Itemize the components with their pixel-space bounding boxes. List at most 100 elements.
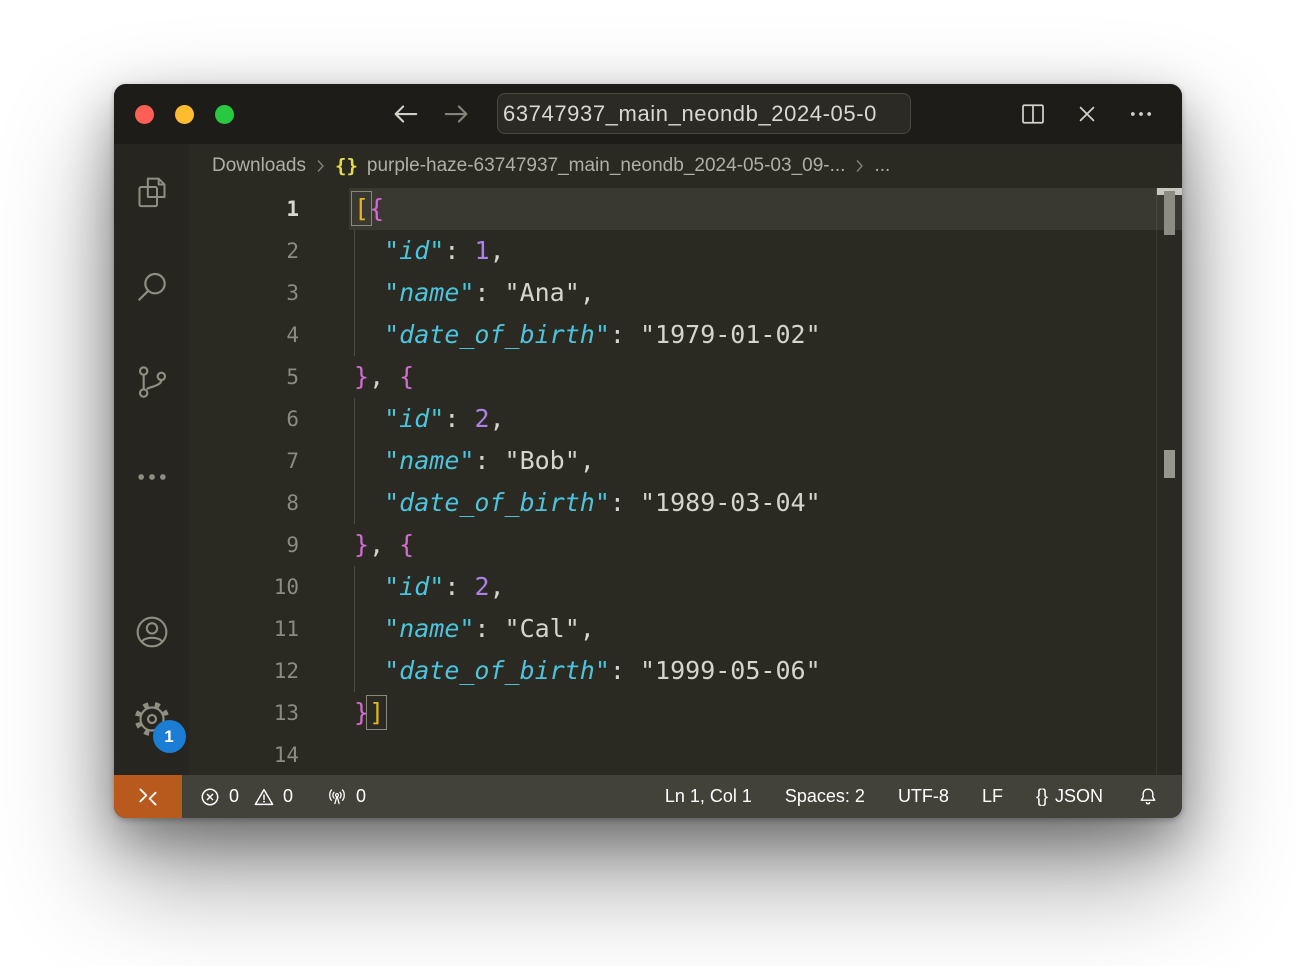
code-line-content[interactable]: "date_of_birth": "1989-03-04": [349, 482, 1182, 524]
code-line-content[interactable]: "id": 1,: [349, 230, 1182, 272]
ellipsis-icon: [1126, 100, 1156, 128]
sidebar-item-explorer[interactable]: [128, 168, 176, 216]
more-actions-button[interactable]: [1126, 98, 1156, 130]
line-number: 5: [189, 356, 299, 398]
code-token: ,: [580, 278, 595, 307]
scrollbar[interactable]: [1156, 188, 1182, 775]
code-line[interactable]: 8 "date_of_birth": "1989-03-04": [189, 482, 1182, 524]
zoom-window-button[interactable]: [215, 105, 234, 124]
code-line[interactable]: 7 "name": "Bob",: [189, 440, 1182, 482]
code-token: "id": [384, 404, 444, 433]
code-line[interactable]: 2 "id": 1,: [189, 230, 1182, 272]
sidebar-item-source-control[interactable]: [128, 358, 176, 406]
code-line-content[interactable]: "date_of_birth": "1979-01-02": [349, 314, 1182, 356]
forward-button[interactable]: [442, 98, 472, 130]
code-line[interactable]: 6 "id": 2,: [189, 398, 1182, 440]
history-navigation: [390, 98, 472, 130]
breadcrumb-folder[interactable]: Downloads: [212, 155, 306, 177]
code-token: "Ana": [505, 278, 580, 307]
remote-icon: [135, 784, 161, 810]
bell-icon: [1136, 785, 1160, 809]
ports-count: 0: [356, 786, 366, 807]
radio-tower-icon: [325, 785, 349, 809]
code-line-content[interactable]: "id": 2,: [349, 398, 1182, 440]
warnings-count: 0: [283, 786, 293, 807]
code-line[interactable]: 5 }, {: [189, 356, 1182, 398]
eol-setting[interactable]: LF: [982, 786, 1003, 807]
code-line-content[interactable]: }, {: [349, 524, 1182, 566]
code-line[interactable]: 10 "id": 2,: [189, 566, 1182, 608]
indent-guide: [354, 608, 355, 650]
code-line[interactable]: 9}, {: [189, 524, 1182, 566]
encoding-setting[interactable]: UTF-8: [898, 786, 949, 807]
scrollbar-thumb[interactable]: [1164, 191, 1175, 235]
code-token: [354, 614, 384, 643]
sidebar-item-more[interactable]: [128, 453, 176, 501]
more-icon: [132, 457, 172, 497]
editor[interactable]: 1[{2 "id": 1,3 "name": "Ana",4 "date_of_…: [189, 188, 1182, 775]
status-bar: 0 0 0: [114, 775, 1182, 818]
title-actions: [1018, 98, 1156, 130]
indentation-setting[interactable]: Spaces: 2: [785, 786, 865, 807]
activity-bar-top: [128, 168, 176, 501]
code-line[interactable]: 1 [{: [189, 188, 1182, 230]
workbench: 1 Downloads {} purple-haze-63747937_main…: [114, 144, 1182, 775]
code-line-content[interactable]: "name": "Cal",: [349, 608, 1182, 650]
arrow-right-icon: [442, 101, 472, 127]
warnings-indicator[interactable]: 0: [252, 785, 293, 809]
indent-guide: [354, 272, 355, 314]
code-token: {: [399, 362, 414, 391]
indent-guide: [354, 650, 355, 692]
breadcrumb-file[interactable]: purple-haze-63747937_main_neondb_2024-05…: [367, 155, 846, 177]
code-token: [: [354, 194, 369, 223]
notifications-button[interactable]: [1136, 785, 1160, 809]
code-line-content[interactable]: "name": "Bob",: [349, 440, 1182, 482]
code-lines: 1[{2 "id": 1,3 "name": "Ana",4 "date_of_…: [189, 188, 1182, 775]
code-line-content[interactable]: [{: [349, 188, 1182, 230]
code-token: :: [444, 404, 474, 433]
line-number: 1: [189, 188, 299, 230]
code-line[interactable]: 4 "date_of_birth": "1979-01-02": [189, 314, 1182, 356]
code-token: :: [474, 614, 504, 643]
breadcrumb-overflow[interactable]: ...: [874, 155, 890, 177]
cursor-position[interactable]: Ln 1, Col 1: [665, 786, 752, 807]
code-token: ,: [490, 572, 505, 601]
sidebar-item-settings[interactable]: 1: [128, 695, 176, 743]
sidebar-item-search[interactable]: [128, 263, 176, 311]
back-button[interactable]: [390, 98, 420, 130]
code-line-content[interactable]: "name": "Ana",: [349, 272, 1182, 314]
indent-guide: [354, 398, 355, 440]
sidebar-item-accounts[interactable]: [128, 608, 176, 656]
code-token: :: [474, 446, 504, 475]
search-icon: [132, 267, 172, 307]
code-line[interactable]: 3 "name": "Ana",: [189, 272, 1182, 314]
code-line-content[interactable]: [349, 734, 1182, 775]
remote-indicator[interactable]: [114, 775, 182, 818]
close-editor-button[interactable]: [1072, 98, 1102, 130]
minimize-window-button[interactable]: [175, 105, 194, 124]
code-line-content[interactable]: "id": 2,: [349, 566, 1182, 608]
code-line[interactable]: 12 "date_of_birth": "1999-05-06": [189, 650, 1182, 692]
code-line-content[interactable]: }]: [349, 692, 1182, 734]
code-line[interactable]: 13}]: [189, 692, 1182, 734]
code-line[interactable]: 11 "name": "Cal",: [189, 608, 1182, 650]
desktop: { "titlebar": { "title": "63747937_main_…: [0, 0, 1296, 966]
error-icon: [198, 785, 222, 809]
code-line[interactable]: 14: [189, 734, 1182, 775]
git-branch-icon: [132, 362, 172, 402]
close-window-button[interactable]: [135, 105, 154, 124]
code-line-content[interactable]: "date_of_birth": "1999-05-06": [349, 650, 1182, 692]
code-token: "date_of_birth": [384, 488, 610, 517]
ports-indicator[interactable]: 0: [325, 785, 366, 809]
code-token: [354, 236, 384, 265]
line-number: 7: [189, 440, 299, 482]
line-number: 6: [189, 398, 299, 440]
code-token: "id": [384, 236, 444, 265]
split-editor-button[interactable]: [1018, 98, 1048, 130]
errors-indicator[interactable]: 0: [198, 785, 239, 809]
braces-icon: {}: [1036, 786, 1048, 807]
language-mode[interactable]: {} JSON: [1036, 786, 1103, 807]
command-center[interactable]: 63747937_main_neondb_2024-05-0: [497, 93, 911, 134]
close-icon: [1073, 100, 1101, 128]
code-line-content[interactable]: }, {: [349, 356, 1182, 398]
